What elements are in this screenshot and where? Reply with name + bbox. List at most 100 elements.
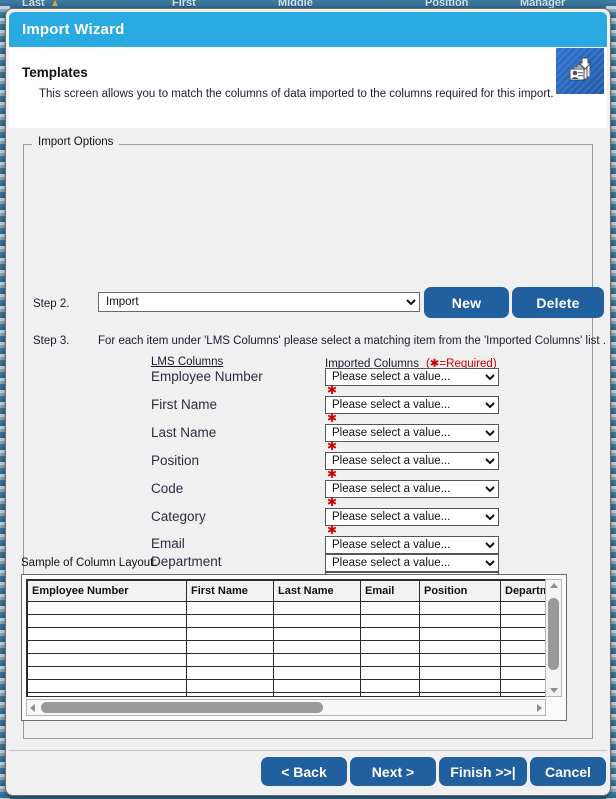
sample-table-cell [27,614,187,628]
sample-table-header-row: Employee Number First Name Last Name Email P… [27,580,545,602]
sample-table-cell [186,666,274,680]
sample-table-cell [186,640,274,654]
sample-table-row [27,614,545,628]
sample-table-cell [27,627,187,641]
imported-column-select[interactable]: Please select a value... [325,396,499,414]
finish-button[interactable]: Finish >>| [439,757,527,786]
sample-table-cell [500,640,545,654]
sample-table-cell [360,692,420,696]
scroll-down-arrow-icon[interactable] [550,688,558,693]
step3-instruction: For each item under 'LMS Columns' please… [98,335,606,347]
step2-label: Step 2. [33,298,70,310]
sample-table-cell [273,666,361,680]
sample-table-cell [419,679,501,693]
mapping-row: Position Please select a value... ✱ [9,452,577,480]
sample-horizontal-scrollbar[interactable] [26,699,546,716]
sample-table-row [27,679,545,693]
sample-table: Employee Number First Name Last Name Email P… [27,580,545,696]
sample-table-cell [186,679,274,693]
sample-table-cell [419,627,501,641]
sample-column-header: First Name [186,580,274,602]
sample-vertical-scrollbar[interactable] [545,579,562,697]
scroll-up-arrow-icon[interactable] [550,583,558,588]
sample-table-cell [186,614,274,628]
required-asterisk-icon: ✱ [327,439,338,453]
sample-table-row [27,627,545,641]
sample-table-cell [273,679,361,693]
dialog-footer: < Back Next > Finish >>| Cancel [9,750,607,792]
sample-table-viewport: Employee Number First Name Last Name Email P… [26,579,546,697]
sample-table-cell [360,614,420,628]
lms-column-label: Email [151,536,185,551]
next-button[interactable]: Next > [350,757,436,786]
sample-table-cell [419,666,501,680]
sample-table-cell [500,601,545,615]
sample-table-cell [419,692,501,696]
page-description: This screen allows you to match the colu… [39,88,554,100]
page-title: Templates [22,65,88,80]
sample-table-cell [273,614,361,628]
imported-column-select[interactable]: Please select a value... [325,452,499,470]
sample-column-header: Department [500,580,545,602]
required-asterisk-icon: ✱ [327,383,338,397]
sample-table-cell [419,640,501,654]
imported-column-select[interactable]: Please select a value... [325,508,499,526]
sample-table-cell [500,666,545,680]
import-options-legend: Import Options [35,136,117,148]
scroll-left-arrow-icon[interactable] [30,704,35,712]
imported-column-select[interactable]: Please select a value... [325,368,499,386]
lms-columns-heading: LMS Columns [151,356,224,368]
sample-column-header: Employee Number [27,580,187,602]
required-asterisk-icon: ✱ [327,523,338,537]
dialog-body: Import Options Step 2. Import New Delete… [9,128,607,753]
sample-table-cell [186,627,274,641]
imported-column-select[interactable]: Please select a value... [325,554,499,572]
mapping-row: Employee Number Please select a value... ✱ [9,368,577,396]
sample-column-header: Last Name [273,580,361,602]
mapping-row: Last Name Please select a value... ✱ [9,424,577,452]
delete-template-button[interactable]: Delete [512,287,604,318]
template-select[interactable]: Import [98,292,420,312]
sample-table-cell [273,640,361,654]
sample-table-cell [360,640,420,654]
dialog-title: Import Wizard [22,21,125,38]
sample-table-cell [419,653,501,667]
scroll-right-arrow-icon[interactable] [537,704,542,712]
sample-table-cell [360,679,420,693]
mapping-row: First Name Please select a value... ✱ [9,396,577,424]
horizontal-scroll-thumb[interactable] [41,702,323,713]
sample-table-cell [27,679,187,693]
vertical-scroll-thumb[interactable] [548,598,559,670]
sample-table-cell [360,601,420,615]
sample-column-header: Email [360,580,420,602]
sample-table-cell [27,640,187,654]
imported-column-select[interactable]: Please select a value... [325,424,499,442]
imported-column-select[interactable]: Please select a value... [325,536,499,554]
sample-table-cell [27,653,187,667]
imported-column-select[interactable]: Please select a value... [325,480,499,498]
sample-table-cell [273,627,361,641]
back-button[interactable]: < Back [261,757,347,786]
required-asterisk-icon: ✱ [327,467,338,481]
lms-column-label: Department [151,554,222,569]
sample-table-cell [360,627,420,641]
sample-table-cell [360,653,420,667]
sample-layout-panel: Employee Number First Name Last Name Email P… [21,574,567,721]
sample-table-row [27,601,545,615]
sample-table-row [27,640,545,654]
mapping-row: Code Please select a value... ✱ [9,480,577,508]
dialog-header-panel: Templates This screen allows you to matc… [9,47,607,129]
sample-table-cell [419,614,501,628]
cancel-button[interactable]: Cancel [530,757,606,786]
new-template-button[interactable]: New [424,287,509,318]
sample-table-cell [27,666,187,680]
sample-table-row [27,666,545,680]
sample-table-cell [419,601,501,615]
sample-table-cell [273,601,361,615]
lms-column-label: Code [151,481,184,496]
group-border-right-segment [119,144,592,145]
sample-table-cell [500,653,545,667]
sample-table-cell [360,666,420,680]
import-wizard-dialog: Import Wizard Templates This screen allo… [5,8,611,796]
required-asterisk-icon: ✱ [327,495,338,509]
